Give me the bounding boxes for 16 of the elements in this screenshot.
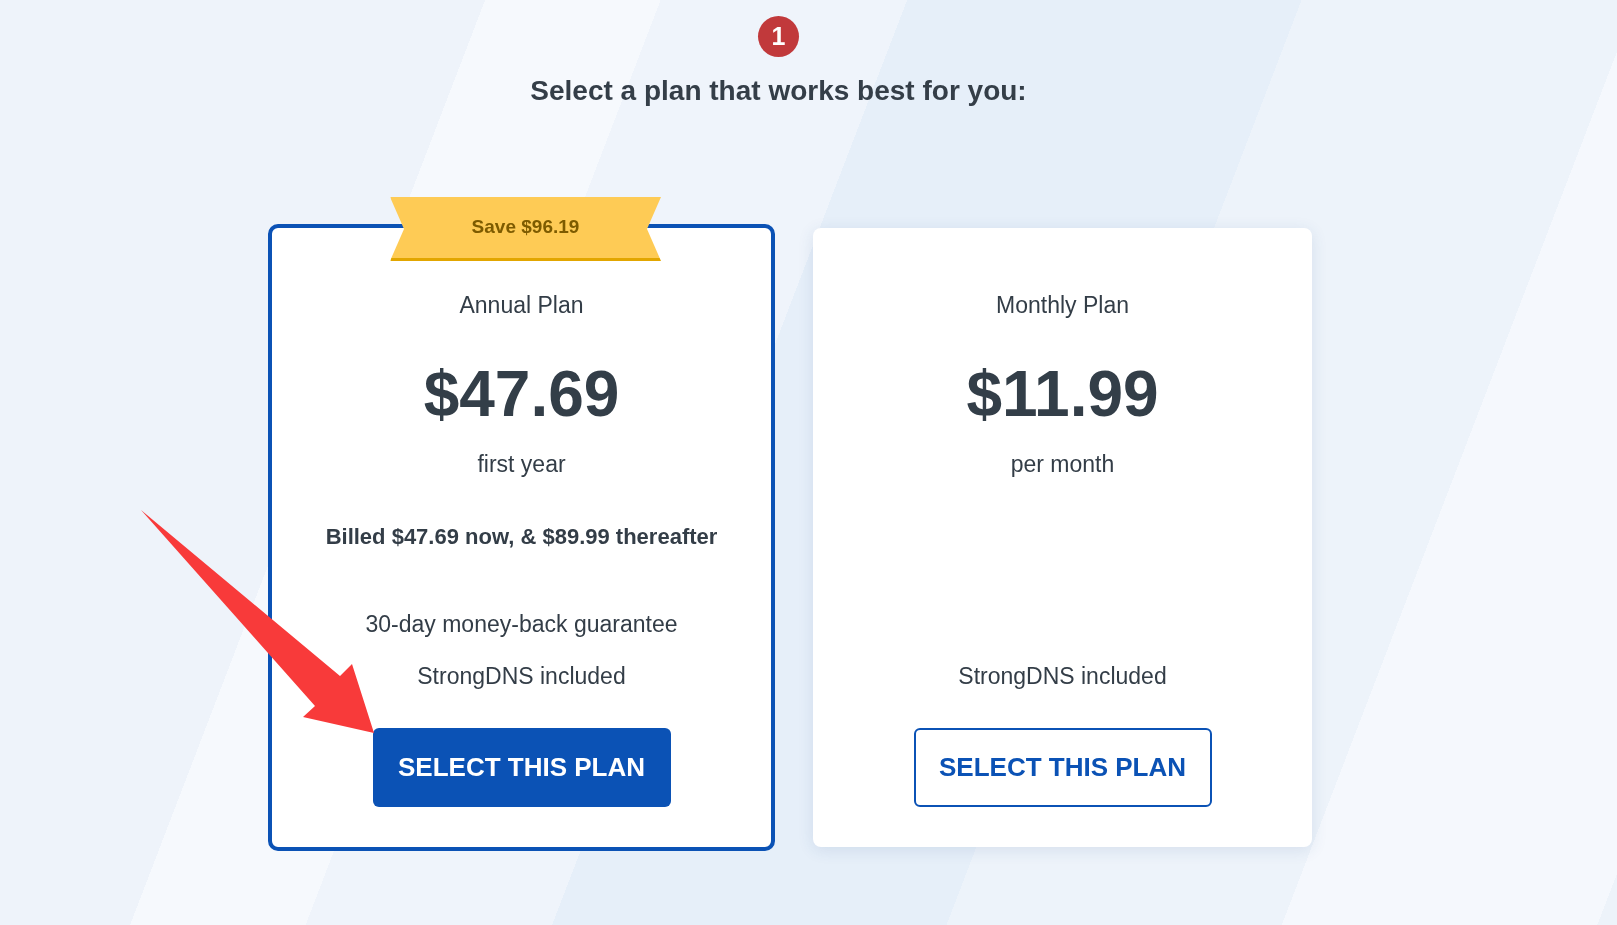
plan-name: Annual Plan (459, 291, 584, 320)
plan-period: per month (1010, 450, 1115, 479)
plan-price: $47.69 (423, 359, 620, 429)
select-plan-button[interactable]: SELECT THIS PLAN (913, 728, 1212, 807)
select-plan-button[interactable]: SELECT THIS PLAN (372, 728, 671, 807)
plan-name: Monthly Plan (996, 291, 1129, 320)
plan-card[interactable]: Monthly Plan $11.99 per month StrongDNS included SELECT THIS PLAN (813, 228, 1312, 847)
savings-ribbon: Save $96.19 (390, 197, 661, 261)
plan-period: first year (477, 450, 566, 479)
page-heading: Select a plan that works best for you: (530, 74, 1027, 108)
feature-text: 30-day money-back guarantee (365, 610, 678, 639)
step-number: 1 (758, 16, 799, 57)
billing-note: Billed $47.69 now, & $89.99 thereafter (325, 523, 718, 551)
feature-text: StrongDNS included (417, 662, 626, 691)
plan-price: $11.99 (966, 359, 1159, 429)
feature-text: StrongDNS included (958, 662, 1167, 691)
